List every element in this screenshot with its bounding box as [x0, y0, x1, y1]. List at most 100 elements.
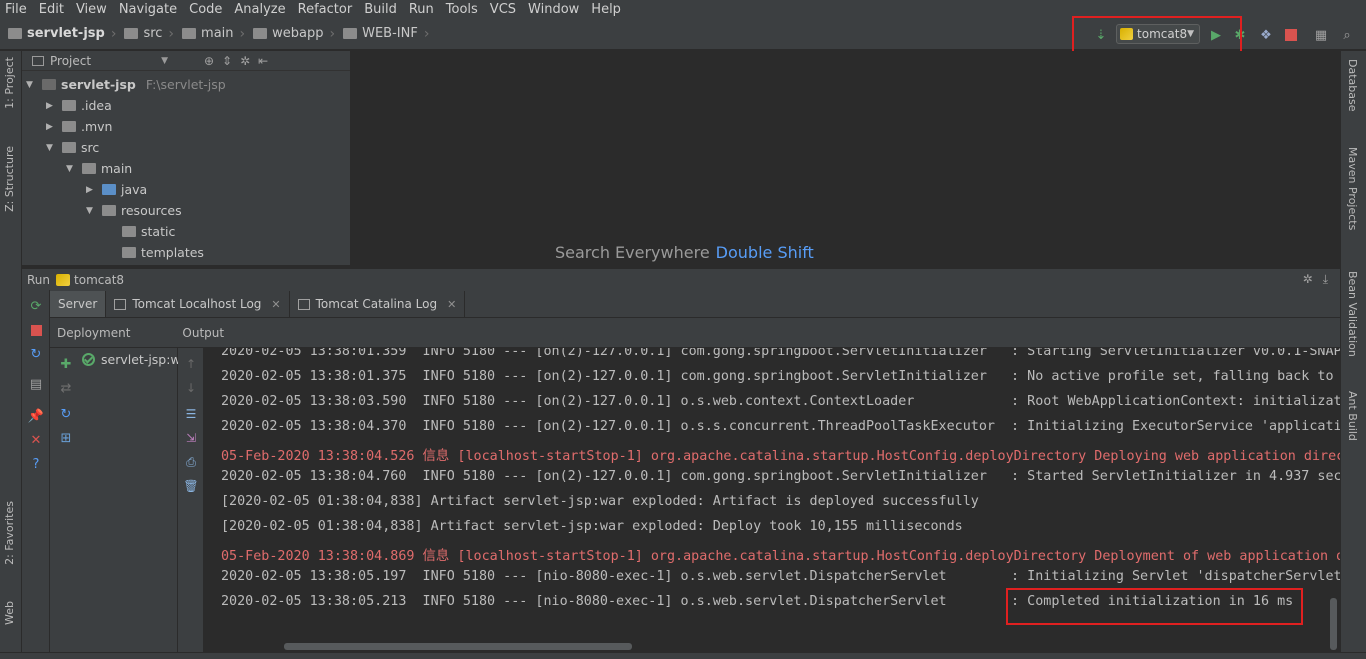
scroll-to-end-icon[interactable]: ⇲ [183, 430, 199, 446]
output-toolbar: ↑ ↓ ☰ ⇲ ⎙ 🗑 [178, 348, 204, 659]
tab-web[interactable]: Web [3, 601, 16, 625]
menu-navigate[interactable]: Navigate [113, 2, 183, 17]
target-icon[interactable]: ⊕ [204, 54, 214, 68]
tab-database[interactable]: Database [1346, 59, 1359, 112]
hide-panel-icon[interactable]: ⤓ [1323, 272, 1328, 287]
stop-icon[interactable] [28, 322, 44, 338]
breadcrumb-src[interactable]: src › [116, 26, 174, 42]
gear-icon[interactable]: ✲ [1303, 272, 1313, 287]
tab-maven-projects[interactable]: Maven Projects [1346, 147, 1359, 230]
close-icon[interactable]: ✕ [28, 432, 44, 448]
menu-view[interactable]: View [70, 2, 113, 17]
folder-icon [343, 28, 358, 39]
collapse-arrow-icon[interactable]: ▶ [86, 185, 96, 195]
project-folder-icon [8, 28, 22, 39]
collapse-arrow-icon[interactable]: ▶ [46, 101, 56, 111]
menu-help[interactable]: Help [585, 2, 627, 17]
tab-bean-validation[interactable]: Bean Validation [1346, 271, 1359, 357]
module-icon [42, 79, 56, 90]
collapse-arrow-icon[interactable]: ▶ [46, 122, 56, 132]
undeploy-icon[interactable]: ⇄ [58, 380, 74, 396]
chevron-down-icon[interactable]: ▼ [161, 56, 168, 66]
redeploy-icon[interactable]: ↻ [58, 406, 74, 422]
log-icon [297, 298, 310, 310]
scroll-down-icon[interactable]: ↓ [183, 380, 199, 396]
breadcrumb-webapp[interactable]: webapp › [245, 26, 335, 42]
tab-structure[interactable]: Z: Structure [3, 146, 16, 212]
close-icon[interactable]: ✕ [447, 298, 456, 311]
artifact-icon[interactable]: ⊞ [58, 430, 74, 446]
editor-area[interactable] [350, 51, 1340, 265]
console-horizontal-scrollbar[interactable] [284, 643, 632, 650]
console-vertical-scrollbar[interactable] [1330, 598, 1337, 650]
folder-icon [122, 226, 136, 237]
tree-item-mvn[interactable]: ▶ .mvn [46, 116, 112, 137]
expand-icon[interactable]: ▼ [26, 80, 36, 90]
close-icon[interactable]: ✕ [271, 298, 280, 311]
menu-analyze[interactable]: Analyze [228, 2, 291, 17]
search-icon[interactable]: ⌕ [1339, 27, 1355, 43]
tree-item-templates[interactable]: templates [122, 242, 204, 263]
coverage-icon[interactable]: ❖ [1258, 27, 1274, 43]
hide-icon[interactable]: ⇤ [258, 54, 268, 68]
menu-refactor[interactable]: Refactor [292, 2, 359, 17]
deployment-item[interactable]: servlet-jsp:war exploded [82, 352, 178, 367]
tab-project[interactable]: 1: Project [3, 57, 16, 109]
project-view-select[interactable]: Project [50, 54, 91, 68]
tree-item-src[interactable]: ▼ src [46, 137, 99, 158]
collapse-icon[interactable]: ⇕ [222, 54, 232, 68]
tab-favorites[interactable]: 2: Favorites [3, 501, 16, 565]
pin-icon[interactable]: 📌 [28, 408, 44, 424]
run-config-highlight [1072, 16, 1242, 56]
print-icon[interactable]: ⎙ [183, 454, 199, 470]
project-view-icon [32, 55, 44, 66]
tab-tomcat-localhost-log[interactable]: Tomcat Localhost Log ✕ [106, 291, 290, 317]
expand-icon[interactable]: ▼ [46, 143, 56, 153]
update-icon[interactable]: ↻ [28, 346, 44, 362]
console-line: 2020-02-05 13:38:01.375 INFO 5180 --- [o… [221, 369, 1334, 384]
deployment-panel: ✚ ⇄ ↻ ⊞ servlet-jsp:war exploded [50, 348, 178, 659]
tree-item-idea[interactable]: ▶ .idea [46, 95, 112, 116]
breadcrumb-main[interactable]: main › [174, 26, 245, 42]
menu-build[interactable]: Build [358, 2, 403, 17]
trash-icon[interactable]: 🗑 [183, 478, 199, 494]
menu-run[interactable]: Run [403, 2, 440, 17]
console-line: 2020-02-05 13:38:05.197 INFO 5180 --- [n… [221, 569, 1340, 584]
tab-server[interactable]: Server [50, 291, 107, 317]
tree-item-main[interactable]: ▼ main [66, 158, 132, 179]
folder-icon [62, 121, 76, 132]
help-icon[interactable]: ? [28, 456, 44, 472]
tab-tomcat-catalina-log[interactable]: Tomcat Catalina Log ✕ [290, 291, 466, 317]
resources-folder-icon [102, 205, 116, 216]
run-toolbar: ⟳ ↻ ▤ 📌 ✕ ? [22, 290, 50, 659]
project-panel-header: Project ▼ ⊕ ⇕ ✲ ⇤ [22, 51, 350, 71]
menu-window[interactable]: Window [522, 2, 585, 17]
tree-item-resources[interactable]: ▼ resources [86, 200, 182, 221]
tab-ant-build[interactable]: Ant Build [1346, 391, 1359, 441]
search-everywhere-hint: Search Everywhere Double Shift [555, 243, 814, 262]
stop-icon[interactable] [1283, 27, 1299, 43]
menu-vcs[interactable]: VCS [484, 2, 522, 17]
menu-edit[interactable]: Edit [33, 2, 70, 17]
expand-icon[interactable]: ▼ [66, 164, 76, 174]
tree-item-java[interactable]: ▶ java [86, 179, 147, 200]
menu-tools[interactable]: Tools [440, 2, 484, 17]
scroll-up-icon[interactable]: ↑ [183, 356, 199, 372]
layout-icon[interactable]: ▤ [28, 376, 44, 392]
console-line-error: 05-Feb-2020 13:38:04.869 信息 [localhost-s… [221, 549, 1340, 564]
deploy-icon[interactable]: ✚ [58, 356, 74, 372]
rerun-icon[interactable]: ⟳ [28, 298, 44, 314]
tree-item-project[interactable]: ▼ servlet-jsp F:\servlet-jsp [26, 74, 226, 95]
project-structure-icon[interactable]: ▦ [1313, 27, 1329, 43]
menu-code[interactable]: Code [183, 2, 228, 17]
tree-item-static[interactable]: static [122, 221, 175, 242]
soft-wrap-icon[interactable]: ☰ [183, 406, 199, 422]
left-tool-strip: 1: Project Z: Structure 2: Favorites Web [0, 51, 22, 659]
menu-file[interactable]: File [0, 2, 33, 17]
breadcrumb-web-inf[interactable]: WEB-INF › [335, 26, 429, 42]
console-line: 2020-02-05 13:38:01.359 INFO 5180 --- [o… [221, 348, 1340, 359]
gear-icon[interactable]: ✲ [240, 54, 250, 68]
expand-icon[interactable]: ▼ [86, 206, 96, 216]
breadcrumb-project[interactable]: servlet-jsp › [0, 26, 116, 42]
log-icon [114, 298, 127, 310]
